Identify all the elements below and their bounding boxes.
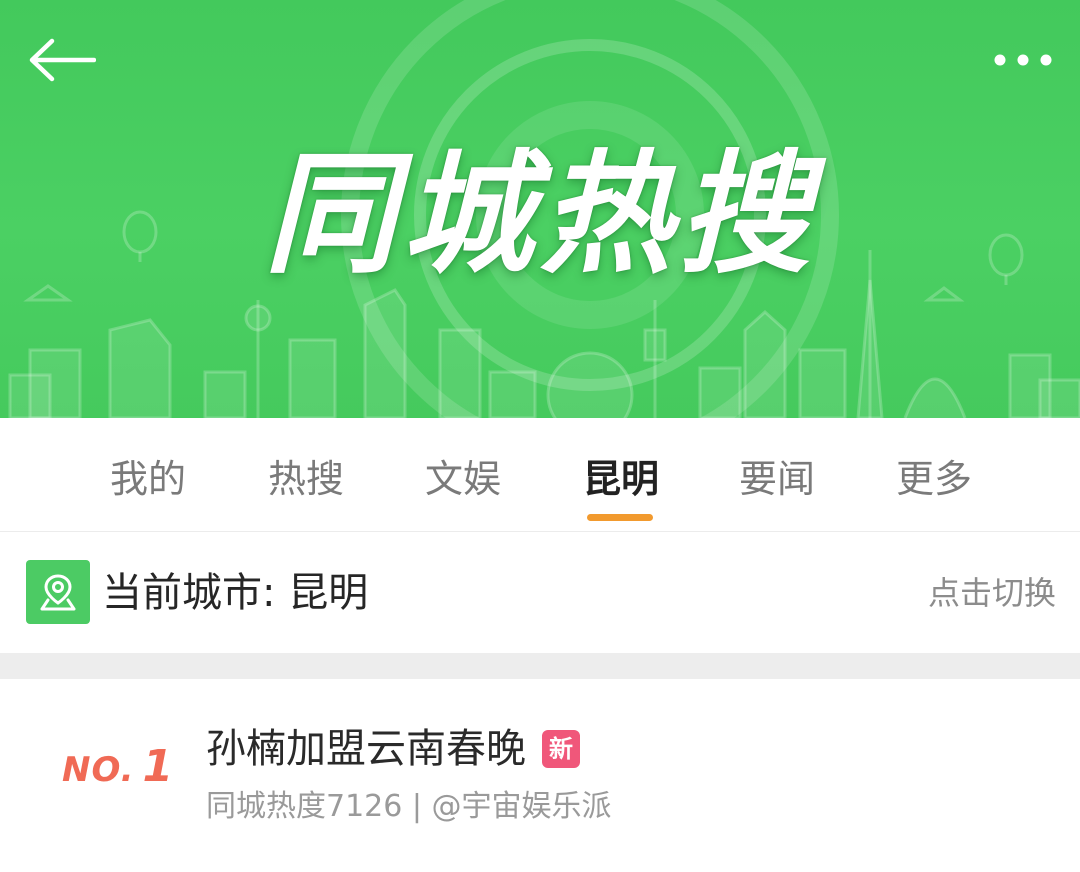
list-item[interactable]: NO. 1 孙楠加盟云南春晚 新 同城热度7126 | @宇宙娱乐派 <box>0 679 1080 872</box>
more-dots-icon <box>994 54 1052 66</box>
item-title-row: 孙楠加盟云南春晚 新 <box>206 719 580 779</box>
rank-number: 1 <box>142 741 174 792</box>
rank-prefix: NO. <box>62 750 135 790</box>
current-city-row: 当前城市: 昆明 点击切换 <box>0 533 1080 653</box>
rank-badge: NO. 1 <box>62 742 173 792</box>
back-button[interactable] <box>22 28 102 92</box>
switch-city-button[interactable]: 点击切换 <box>928 563 1056 623</box>
location-pin-icon <box>26 560 90 624</box>
header-banner: 同城热搜 <box>0 0 1080 418</box>
category-tabs: 我的 热搜 文娱 昆明 要闻 更多 <box>0 418 1080 532</box>
tab-mine[interactable]: 我的 <box>78 418 218 532</box>
tab-news[interactable]: 要闻 <box>707 418 847 532</box>
arrow-left-icon <box>29 38 96 82</box>
tab-entertainment[interactable]: 文娱 <box>393 418 533 532</box>
item-title: 孙楠加盟云南春晚 <box>206 726 526 772</box>
section-divider <box>0 653 1080 679</box>
tab-more[interactable]: 更多 <box>864 418 1004 532</box>
page-title: 同城热搜 <box>264 138 816 292</box>
more-button[interactable] <box>988 36 1058 84</box>
tab-hot-search[interactable]: 热搜 <box>236 418 376 532</box>
item-meta: 同城热度7126 | @宇宙娱乐派 <box>206 789 612 824</box>
new-badge: 新 <box>542 730 580 768</box>
active-tab-indicator <box>587 514 653 521</box>
current-city-label: 当前城市: 昆明 <box>102 570 369 616</box>
